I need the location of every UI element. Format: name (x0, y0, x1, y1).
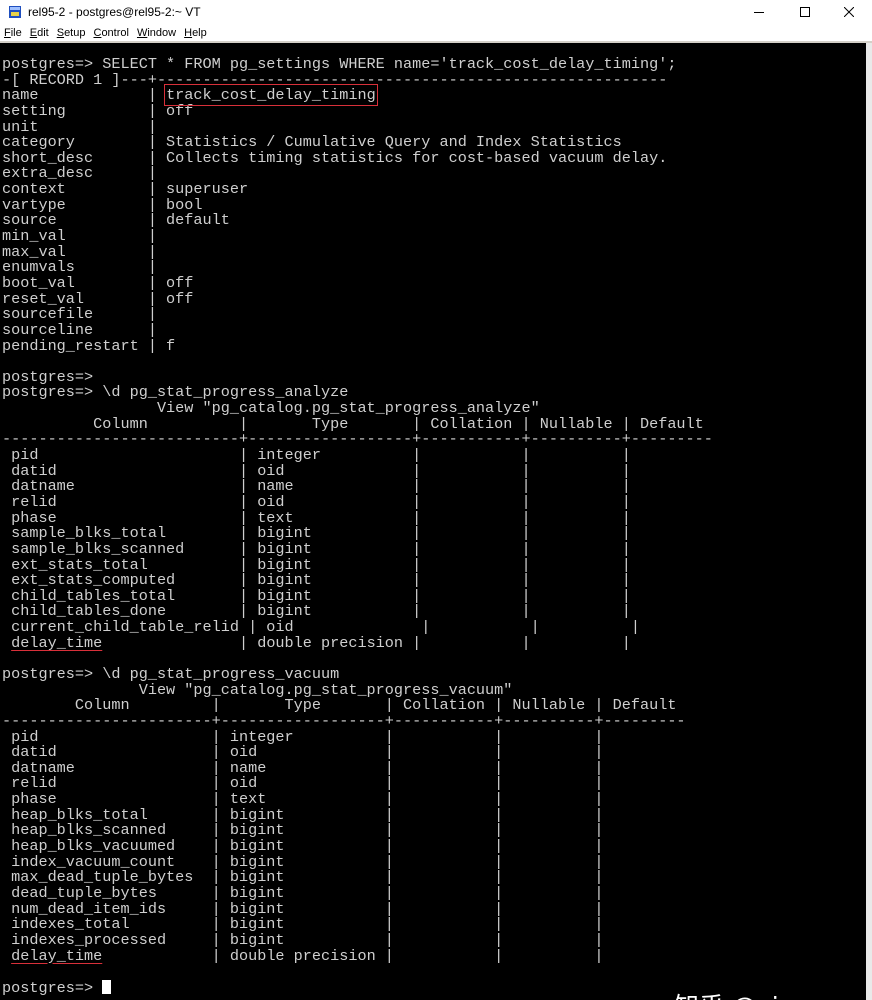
menu-label: indow (147, 26, 177, 39)
line-text (2, 634, 11, 652)
menu-label: ontrol (101, 26, 129, 39)
menu-label: dit (37, 26, 49, 39)
menu-mnemonic: E (29, 26, 38, 39)
maximize-button[interactable] (782, 0, 828, 24)
terminal-window: rel95-2 - postgres@rel95-2:~ VT File Edit… (0, 0, 872, 1000)
menu-item-window[interactable]: Window (137, 27, 176, 39)
terminal-screen[interactable]: postgres=> SELECT * FROM pg_settings WHE… (0, 43, 866, 1000)
line-text (2, 947, 11, 965)
terminal-line: pending_restart | f (2, 336, 713, 355)
menu-bar: File Edit Setup Control Window Help (0, 24, 872, 41)
line-text: pending_restart | f (2, 336, 176, 355)
menu-item-setup[interactable]: Setup (57, 27, 86, 39)
terminal-app-icon (8, 5, 22, 19)
maximize-icon (800, 7, 810, 17)
line-text: postgres=> (2, 978, 103, 997)
minimize-icon (754, 12, 764, 13)
menu-item-edit[interactable]: Edit (30, 27, 49, 39)
menu-item-help[interactable]: Help (184, 27, 207, 39)
line-text: | double precision | | | (102, 633, 631, 652)
menu-item-file[interactable]: File (4, 27, 22, 39)
underlined-highlight: delay_time (11, 946, 103, 965)
line-text: | double precision | | | (102, 946, 604, 965)
vertical-scrollbar[interactable] (866, 43, 872, 1000)
terminal-output: postgres=> SELECT * FROM pg_settings WHE… (2, 56, 713, 997)
close-button[interactable] (826, 0, 872, 24)
menu-mnemonic: H (184, 26, 193, 39)
menu-label: elp (192, 26, 207, 39)
menu-mnemonic: W (136, 26, 148, 39)
menu-mnemonic: F (4, 26, 11, 39)
text-cursor (102, 979, 112, 994)
terminal-frame: postgres=> SELECT * FROM pg_settings WHE… (0, 41, 872, 1000)
menu-label: ile (10, 26, 22, 39)
menu-mnemonic: S (56, 26, 65, 39)
terminal-line: postgres=> (2, 978, 713, 997)
underlined-highlight: delay_time (11, 633, 103, 652)
menu-label: etup (64, 26, 86, 39)
window-title: rel95-2 - postgres@rel95-2:~ VT (28, 5, 201, 19)
terminal-line: delay_time | double precision | | | (2, 633, 713, 652)
boxed-highlight: track_cost_delay_timing (164, 84, 378, 107)
terminal-line: delay_time | double precision | | | (2, 946, 713, 965)
watermark: 知乎 @xiongcc (674, 987, 853, 1000)
minimize-button[interactable] (736, 0, 782, 24)
title-bar[interactable]: rel95-2 - postgres@rel95-2:~ VT (0, 0, 872, 24)
menu-item-control[interactable]: Control (93, 27, 128, 39)
close-icon (844, 7, 854, 17)
